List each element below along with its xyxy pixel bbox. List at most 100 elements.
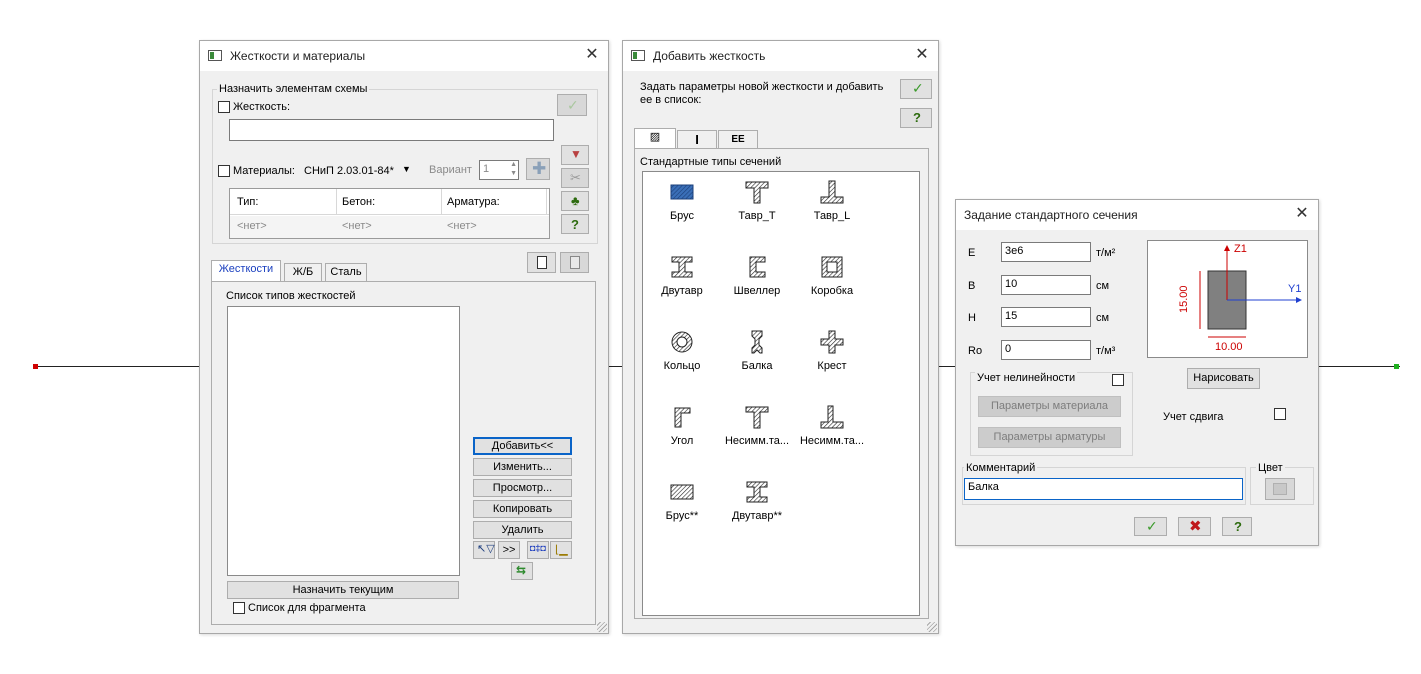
tab-composite[interactable]: EE — [718, 130, 758, 149]
help-button[interactable]: ? — [1222, 517, 1252, 536]
help-button[interactable]: ? — [561, 214, 589, 234]
stiffness-tab-panel: Список типов жесткостей Добавить<< Измен… — [211, 281, 596, 625]
tab-steel[interactable]: Сталь — [325, 263, 367, 282]
korobka-icon — [821, 256, 843, 278]
document-icon — [537, 256, 547, 269]
resize-grip[interactable] — [927, 622, 937, 632]
draw-button[interactable]: Нарисовать — [1187, 368, 1260, 389]
resize-grip[interactable] — [597, 622, 607, 632]
spin-up-icon[interactable]: ▲ — [510, 161, 517, 169]
assign-current-button[interactable]: Назначить текущим — [227, 581, 459, 599]
section-item-1[interactable]: Брус — [646, 178, 718, 222]
close-icon[interactable]: ✕ — [582, 45, 602, 65]
apply-button[interactable]: ✓ — [900, 79, 932, 99]
table-row[interactable]: <нет> <нет> <нет> — [230, 216, 549, 238]
variant-spinner[interactable]: 1 ▲ ▼ — [479, 160, 519, 180]
window-title: Добавить жесткость — [653, 49, 766, 63]
add-button[interactable]: Добавить<< — [473, 437, 572, 455]
tab-stiffness[interactable]: Жесткости — [211, 260, 281, 281]
stiffness-checkbox[interactable] — [218, 101, 230, 113]
material-params-button[interactable]: Параметры материала — [978, 396, 1121, 417]
more-button[interactable]: >> — [498, 541, 520, 559]
shear-checkbox[interactable] — [1274, 408, 1286, 420]
param-e-label: E — [968, 247, 976, 259]
start-node[interactable] — [33, 364, 38, 369]
assign-group-title: Назначить элементам схемы — [217, 83, 370, 95]
copy-doc-button[interactable] — [527, 252, 556, 273]
brush-button[interactable]: ♣ — [561, 191, 589, 211]
color-picker-button[interactable] — [1265, 478, 1295, 500]
panel-caption: Стандартные типы сечений — [640, 156, 782, 168]
brus-icon — [670, 184, 694, 200]
section-item-14[interactable]: Двутавр** — [721, 478, 793, 522]
edit-button[interactable]: Изменить... — [473, 458, 572, 476]
param-b-input[interactable]: 10 — [1001, 275, 1091, 295]
sort-icon: ◘‡◘ — [530, 543, 546, 553]
plus-icon: ✚ — [532, 159, 547, 178]
refresh-button[interactable]: ⇆ — [511, 562, 533, 580]
section-item-7[interactable]: Кольцо — [646, 328, 718, 372]
section-item-4[interactable]: Двутавр — [646, 253, 718, 297]
param-h-input[interactable]: 15 — [1001, 307, 1091, 327]
tab-steel-profiles[interactable]: I — [677, 130, 717, 149]
tab-rc[interactable]: Ж/Б — [284, 263, 322, 282]
nonlinearity-label: Учет нелинейности — [975, 372, 1078, 384]
add-material-button[interactable]: ✚ — [526, 158, 550, 180]
rebar-params-button[interactable]: Параметры арматуры — [978, 427, 1121, 448]
param-b-unit: см — [1096, 280, 1110, 292]
tab-standard-sections[interactable]: ▨ — [634, 128, 676, 149]
stiffness-field[interactable] — [229, 119, 554, 141]
cancel-button[interactable]: ✖ — [1178, 517, 1211, 536]
section-item-6[interactable]: Коробка — [796, 253, 868, 297]
view-button[interactable]: Просмотр... — [473, 479, 572, 497]
level-button[interactable]: ⌊▁ — [550, 541, 572, 559]
spin-down-icon[interactable]: ▼ — [510, 170, 517, 178]
color-label: Цвет — [1256, 462, 1285, 474]
section-item-9[interactable]: Крест — [796, 328, 868, 372]
paste-doc-button[interactable] — [560, 252, 589, 273]
comment-input[interactable]: Балка — [964, 478, 1243, 500]
variant-label: Вариант — [429, 164, 472, 176]
materials-norm-select[interactable]: СНиП 2.03.01-84* — [304, 165, 394, 177]
scissors-icon: ✂ — [570, 170, 581, 185]
apply-disabled-button[interactable]: ✓ — [557, 94, 587, 116]
select-filter-button[interactable]: ↖▽ — [473, 541, 495, 559]
section-item-2[interactable]: Тавр_Т — [721, 178, 793, 222]
param-ro-input[interactable]: 0 — [1001, 340, 1091, 360]
dvutavr2-icon — [746, 481, 768, 503]
tavr-l-icon — [820, 180, 844, 204]
param-ro-label: Ro — [968, 345, 983, 357]
param-e-input[interactable]: 3e6 — [1001, 242, 1091, 262]
close-icon[interactable]: ✕ — [912, 45, 932, 65]
section-item-8[interactable]: Балка — [721, 328, 793, 372]
nonlinearity-checkbox[interactable] — [1112, 374, 1124, 386]
section-item-12[interactable]: Несимм.та... — [796, 403, 868, 447]
section-item-10[interactable]: Угол — [646, 403, 718, 447]
filter-button[interactable]: ▼ — [561, 145, 589, 165]
copy-button[interactable]: Копировать — [473, 500, 572, 518]
cut-button[interactable]: ✂ — [561, 168, 589, 188]
help-button[interactable]: ? — [900, 108, 932, 128]
materials-checkbox[interactable] — [218, 165, 230, 177]
section-item-13[interactable]: Брус** — [646, 478, 718, 522]
section-label: Двутавр — [661, 285, 703, 297]
close-icon[interactable]: ✕ — [1292, 204, 1312, 224]
sort-button[interactable]: ◘‡◘ — [527, 541, 549, 559]
param-b-label: B — [968, 280, 976, 292]
shear-label: Учет сдвига — [1163, 411, 1224, 423]
shveller-icon — [749, 256, 766, 278]
ok-button[interactable]: ✓ — [1134, 517, 1167, 536]
width-dimension-label: 10.00 — [1215, 341, 1243, 353]
section-label: Коробка — [810, 285, 854, 297]
section-item-3[interactable]: Тавр_L — [796, 178, 868, 222]
section-item-11[interactable]: Несимм.та... — [721, 403, 793, 447]
delete-button[interactable]: Удалить — [473, 521, 572, 539]
end-node[interactable] — [1394, 364, 1399, 369]
help-icon: ? — [571, 217, 579, 232]
section-item-5[interactable]: Швеллер — [721, 253, 793, 297]
chevron-down-icon[interactable]: ▼ — [402, 164, 411, 174]
titlebar: Жесткости и материалы ✕ — [200, 41, 608, 71]
fragment-checkbox[interactable] — [233, 602, 245, 614]
variant-value: 1 — [483, 163, 490, 175]
stiffness-types-list[interactable] — [227, 306, 460, 576]
